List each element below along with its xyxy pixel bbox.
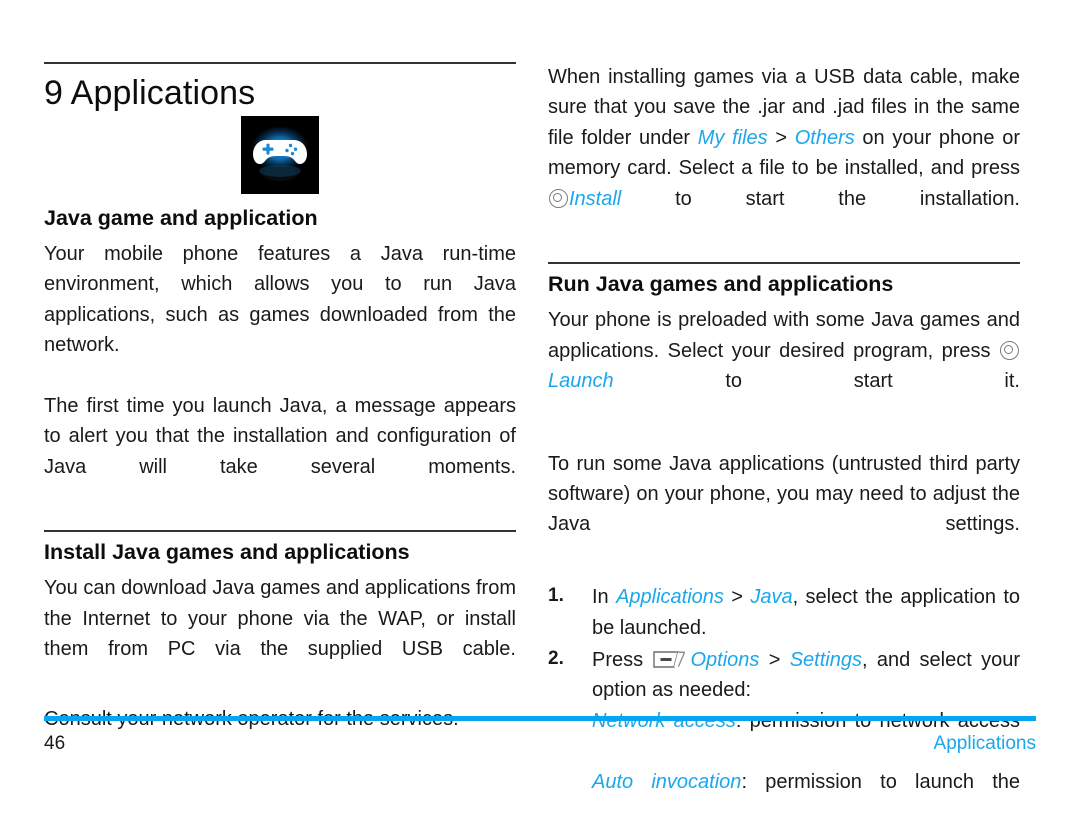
manual-page: 9 Applications Java game and application…	[0, 0, 1080, 810]
link-applications[interactable]: Applications	[616, 586, 724, 608]
link-others[interactable]: Others	[795, 127, 855, 149]
separator-gt-1: >	[767, 126, 795, 149]
step-number-2: 2.	[548, 648, 564, 670]
section-rule-install	[44, 530, 516, 533]
footer-page-number: 46	[44, 733, 66, 754]
usb-install-text-part3: to start the installation.	[621, 187, 1020, 210]
left-column: 9 Applications Java game and application…	[44, 62, 516, 765]
ok-key-icon	[1000, 340, 1019, 360]
link-install[interactable]: Install	[569, 188, 621, 210]
page-title: 9 Applications	[44, 74, 256, 112]
section-heading-install-java: Install Java games and applications	[44, 540, 410, 565]
term-auto-invocation[interactable]: Auto invocation	[592, 771, 741, 793]
preloaded-text-part2: to start it.	[613, 369, 1020, 392]
link-my-files[interactable]: My files	[698, 127, 768, 149]
right-column: When installing games via a USB data cab…	[548, 62, 1020, 829]
desc-auto-invocation: : permission to launch the	[741, 770, 1021, 793]
section-rule-run	[548, 262, 1020, 265]
ok-key-icon	[549, 188, 568, 208]
paragraph-consult-operator: Consult your network operator for the se…	[44, 704, 516, 765]
list-item: 1. In Applications > Java, select the app…	[548, 582, 1020, 643]
gamepad-icon	[241, 116, 319, 195]
left-soft-key-icon	[653, 647, 687, 668]
link-options[interactable]: Options	[690, 649, 759, 671]
preloaded-text-part1: Your phone is preloaded with some Java g…	[548, 309, 1020, 362]
footer-section-label: Applications	[933, 733, 1036, 754]
chapter-icon-container	[44, 116, 516, 195]
paragraph-first-launch: The first time you launch Java, a messag…	[44, 394, 516, 478]
paragraph-preloaded-java: Your phone is preloaded with some Java g…	[548, 305, 1020, 427]
paragraph-usb-install: When installing games via a USB data cab…	[548, 62, 1020, 244]
step2-text-part1: Press	[592, 649, 653, 672]
link-java[interactable]: Java	[750, 586, 792, 608]
link-settings[interactable]: Settings	[790, 649, 862, 671]
paragraph-java-runtime: Your mobile phone features a Java run-ti…	[44, 242, 516, 357]
paragraph-download-java: You can download Java games and applicat…	[44, 577, 516, 660]
chapter-rule	[44, 62, 516, 64]
separator-gt-2: >	[723, 586, 751, 609]
steps-list: 1. In Applications > Java, select the app…	[548, 582, 1020, 827]
footer-rule	[44, 716, 1036, 721]
section-heading-java-game: Java game and application	[44, 206, 318, 231]
section-heading-run-java: Run Java games and applications	[548, 272, 894, 297]
link-launch[interactable]: Launch	[548, 370, 614, 392]
sub-item-auto-invocation: Auto invocation: permission to launch th…	[592, 767, 1020, 828]
paragraph-untrusted-third-party: To run some Java applications (untrusted…	[548, 452, 1020, 536]
step1-text-part1: In	[592, 586, 617, 609]
step-number-1: 1.	[548, 585, 564, 607]
separator-gt-3: >	[759, 649, 790, 672]
